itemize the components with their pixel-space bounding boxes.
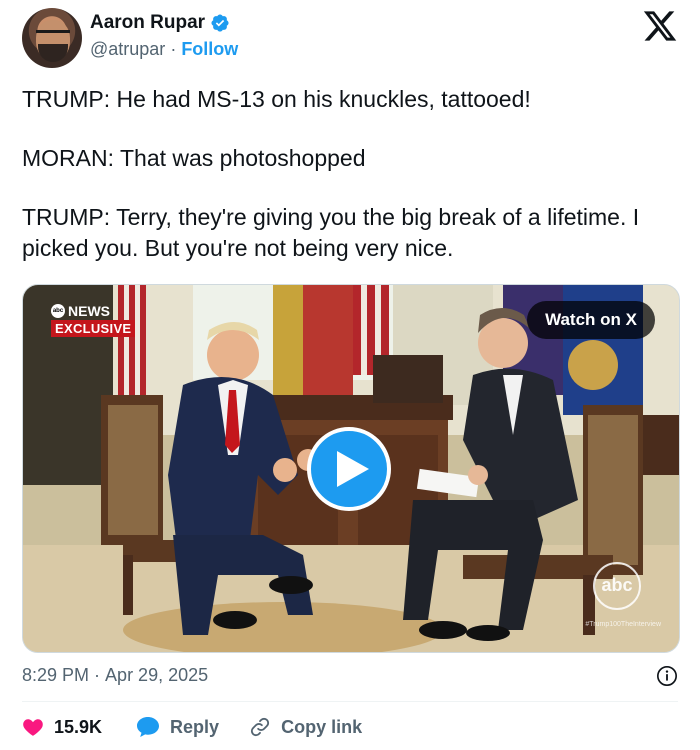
heart-icon: [23, 719, 43, 736]
tweet-timestamp[interactable]: 8:29 PM · Apr 29, 2025: [22, 665, 208, 686]
play-button[interactable]: [307, 427, 391, 511]
avatar-beard: [38, 44, 68, 62]
handle-separator: ·: [170, 39, 177, 59]
news-network: abc NEWS: [51, 303, 135, 319]
avatar-glasses: [36, 30, 70, 43]
tweet-text: TRUMP: He had MS-13 on his knuckles, tat…: [22, 84, 672, 292]
tweet-paragraph: TRUMP: Terry, they're giving you the big…: [22, 204, 640, 261]
tweet-paragraph: MORAN: That was photoshopped: [22, 145, 366, 171]
abc-small-logo-icon: abc: [51, 304, 65, 318]
copy-link-button[interactable]: Copy link: [249, 716, 362, 738]
abc-watermark-logo: abc: [593, 562, 641, 610]
video-player[interactable]: abc NEWS EXCLUSIVE Watch on X abc #Trump…: [22, 284, 680, 653]
link-icon: [250, 717, 270, 737]
tweet-date: Apr 29, 2025: [105, 665, 209, 685]
play-icon: [337, 451, 369, 487]
tweet-time: 8:29 PM: [22, 665, 90, 685]
avatar[interactable]: [22, 8, 82, 68]
tweet-paragraph: TRUMP: He had MS-13 on his knuckles, tat…: [22, 86, 531, 112]
like-count: 15.9K: [54, 716, 103, 737]
reply-bubble-icon: [137, 717, 160, 737]
like-button[interactable]: 15.9K: [22, 716, 102, 738]
reply-label: Reply: [170, 716, 220, 737]
timestamp-separator: ·: [94, 665, 101, 685]
hashtag-watermark: #Trump100TheInterview: [585, 621, 661, 628]
exclusive-label: EXCLUSIVE: [51, 320, 136, 337]
news-badge: abc NEWS EXCLUSIVE: [51, 303, 136, 337]
x-logo-icon[interactable]: [642, 8, 678, 44]
action-bar: 15.9K Reply Copy link: [22, 716, 362, 738]
author-handle-row: @atrupar · Follow: [90, 39, 238, 60]
author-name-row: Aaron Rupar: [90, 12, 230, 34]
author-name[interactable]: Aaron Rupar: [90, 12, 205, 34]
info-icon[interactable]: [656, 665, 678, 687]
reply-button[interactable]: Reply: [136, 716, 219, 738]
watch-on-x-button[interactable]: Watch on X: [527, 301, 655, 339]
divider: [22, 701, 678, 702]
news-network-label: NEWS: [68, 303, 110, 319]
author-handle[interactable]: @atrupar: [90, 39, 165, 59]
follow-button[interactable]: Follow: [181, 39, 238, 59]
verified-badge-icon: [211, 14, 229, 32]
copy-link-label: Copy link: [281, 716, 363, 737]
